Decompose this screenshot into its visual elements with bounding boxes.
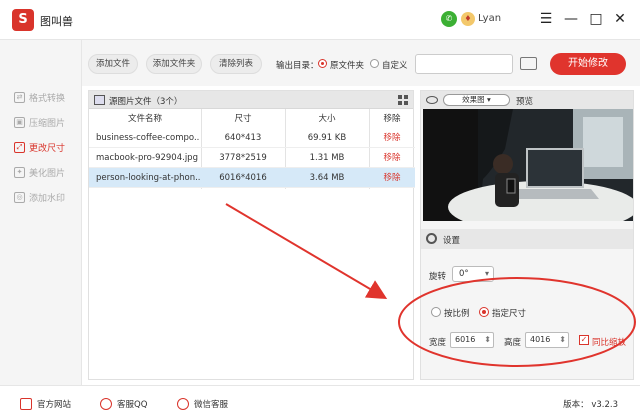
resize-by-ratio-radio[interactable] bbox=[431, 307, 441, 317]
file-dimensions: 3778*2519 bbox=[219, 153, 267, 163]
toolbar: 添加文件 添加文件夹 清除列表 输出目录： 原文件夹 自定义 开始修改 bbox=[82, 40, 640, 86]
file-dimensions: 6016*4016 bbox=[219, 173, 267, 183]
app-title: 图叫兽 bbox=[40, 15, 73, 28]
file-list-header: 源图片文件（3个） bbox=[89, 91, 413, 109]
compress-icon: ▣ bbox=[14, 116, 25, 128]
folder-icon[interactable] bbox=[520, 57, 537, 70]
remove-link[interactable]: 移除 bbox=[369, 128, 415, 148]
output-source-label: 原文件夹 bbox=[330, 61, 365, 71]
sidebar-item-beautify[interactable]: ✦ 美化图片 bbox=[14, 165, 65, 179]
sidebar-item-label: 更改尺寸 bbox=[29, 143, 66, 154]
vip-icon[interactable]: ♦ bbox=[461, 12, 475, 26]
remove-link[interactable]: 移除 bbox=[369, 148, 415, 168]
keep-ratio-checkbox[interactable]: ✓ bbox=[579, 335, 589, 345]
qq-support-link[interactable]: 客服QQ bbox=[100, 398, 147, 410]
footer: 官方网站 客服QQ 微信客服 版本： v3.2.3 bbox=[0, 385, 640, 420]
table-row[interactable]: business-coffee-compo... 640*413 69.91 K… bbox=[89, 128, 415, 148]
preview-panel: 效果图 ▾ 预览 设置 旋转 0° 按比例 指定尺寸 宽度 6016 高度 40… bbox=[420, 90, 634, 380]
gear-icon bbox=[426, 233, 437, 244]
file-list-panel: 源图片文件（3个） 文件名称 尺寸 大小 移除 business-coffee-… bbox=[88, 90, 415, 380]
version-label: 版本： v3.2.3 bbox=[563, 400, 618, 410]
format-icon: ⇄ bbox=[14, 91, 25, 103]
add-file-button[interactable]: 添加文件 bbox=[88, 54, 138, 74]
rotate-select[interactable]: 0° bbox=[452, 266, 494, 282]
column-header: 文件名称 bbox=[127, 114, 162, 124]
output-path-input[interactable] bbox=[415, 54, 513, 74]
start-button[interactable]: 开始修改 bbox=[550, 53, 626, 75]
qq-label: 客服QQ bbox=[117, 400, 148, 410]
menu-icon[interactable]: ☰ bbox=[536, 9, 556, 29]
column-header: 尺寸 bbox=[234, 114, 252, 124]
add-folder-button[interactable]: 添加文件夹 bbox=[146, 54, 202, 74]
user-name[interactable]: Lyan bbox=[478, 13, 501, 24]
website-icon bbox=[20, 398, 32, 410]
height-input[interactable]: 4016 bbox=[525, 332, 569, 348]
remove-link[interactable]: 移除 bbox=[369, 168, 415, 188]
maximize-button[interactable]: □ bbox=[586, 9, 606, 29]
resize-by-size-label: 指定尺寸 bbox=[492, 309, 527, 319]
wechat-icon[interactable]: ✆ bbox=[441, 11, 457, 27]
file-size: 69.91 KB bbox=[307, 133, 347, 143]
file-name: macbook-pro-92904.jpg bbox=[96, 153, 198, 163]
effect-select[interactable]: 效果图 ▾ bbox=[443, 94, 510, 106]
watermark-icon: ◎ bbox=[14, 191, 25, 203]
file-size: 1.31 MB bbox=[309, 153, 345, 163]
output-source-radio[interactable] bbox=[318, 59, 327, 68]
clear-list-button[interactable]: 清除列表 bbox=[210, 54, 262, 74]
table-row[interactable]: person-looking-at-phon... 6016*4016 3.64… bbox=[89, 168, 415, 188]
wechat-support-icon bbox=[177, 398, 189, 410]
preview-label: 预览 bbox=[516, 97, 534, 107]
eye-icon bbox=[426, 96, 438, 104]
output-custom-radio[interactable] bbox=[370, 59, 379, 68]
website-label: 官方网站 bbox=[37, 400, 72, 410]
sidebar-item-resize[interactable]: ⤢ 更改尺寸 bbox=[14, 140, 65, 154]
sidebar-item-watermark[interactable]: ◎ 添加水印 bbox=[14, 190, 65, 204]
file-name: person-looking-at-phon... bbox=[96, 173, 200, 183]
beautify-icon: ✦ bbox=[14, 166, 25, 178]
sidebar: ⇄ 格式转换 ▣ 压缩图片 ⤢ 更改尺寸 ✦ 美化图片 ◎ 添加水印 bbox=[0, 40, 82, 385]
minimize-button[interactable]: — bbox=[561, 9, 581, 29]
resize-icon: ⤢ bbox=[14, 141, 25, 153]
table-row[interactable]: macbook-pro-92904.jpg 3778*2519 1.31 MB … bbox=[89, 148, 415, 168]
width-input[interactable]: 6016 bbox=[450, 332, 494, 348]
wechat-support-link[interactable]: 微信客服 bbox=[177, 398, 228, 410]
file-list-title: 源图片文件（3个） bbox=[109, 97, 183, 107]
settings-header: 设置 bbox=[421, 229, 633, 249]
resize-by-size-radio[interactable] bbox=[479, 307, 489, 317]
output-custom-label: 自定义 bbox=[382, 61, 408, 71]
column-header: 大小 bbox=[318, 114, 336, 124]
sidebar-item-label: 压缩图片 bbox=[29, 118, 66, 129]
width-label: 宽度 bbox=[429, 338, 447, 348]
resize-by-ratio-label: 按比例 bbox=[444, 309, 470, 319]
settings-title: 设置 bbox=[443, 236, 461, 246]
column-header: 移除 bbox=[383, 114, 401, 124]
rotate-label: 旋转 bbox=[429, 272, 447, 282]
preview-header: 效果图 ▾ 预览 bbox=[421, 91, 633, 109]
title-bar: S 图叫兽 ✆ ♦ Lyan ☰ — □ ✕ bbox=[0, 0, 640, 40]
app-logo: S bbox=[12, 9, 34, 31]
website-link[interactable]: 官方网站 bbox=[20, 398, 71, 410]
qq-icon bbox=[100, 398, 112, 410]
grid-view-icon[interactable] bbox=[398, 95, 408, 105]
image-icon bbox=[94, 95, 105, 105]
sidebar-item-label: 格式转换 bbox=[29, 93, 66, 104]
keep-ratio-label: 同比缩放 bbox=[592, 338, 627, 348]
sidebar-item-compress[interactable]: ▣ 压缩图片 bbox=[14, 115, 65, 129]
file-size: 3.64 MB bbox=[309, 173, 345, 183]
height-label: 高度 bbox=[504, 338, 522, 348]
file-dimensions: 640*413 bbox=[224, 133, 262, 143]
sidebar-item-format[interactable]: ⇄ 格式转换 bbox=[14, 90, 65, 104]
preview-image bbox=[423, 109, 633, 221]
output-dir-label: 输出目录： bbox=[276, 61, 319, 71]
wechat-label: 微信客服 bbox=[194, 400, 229, 410]
sidebar-item-label: 美化图片 bbox=[29, 168, 66, 179]
close-button[interactable]: ✕ bbox=[610, 9, 630, 29]
sidebar-item-label: 添加水印 bbox=[29, 193, 66, 204]
file-name: business-coffee-compo... bbox=[96, 133, 200, 143]
